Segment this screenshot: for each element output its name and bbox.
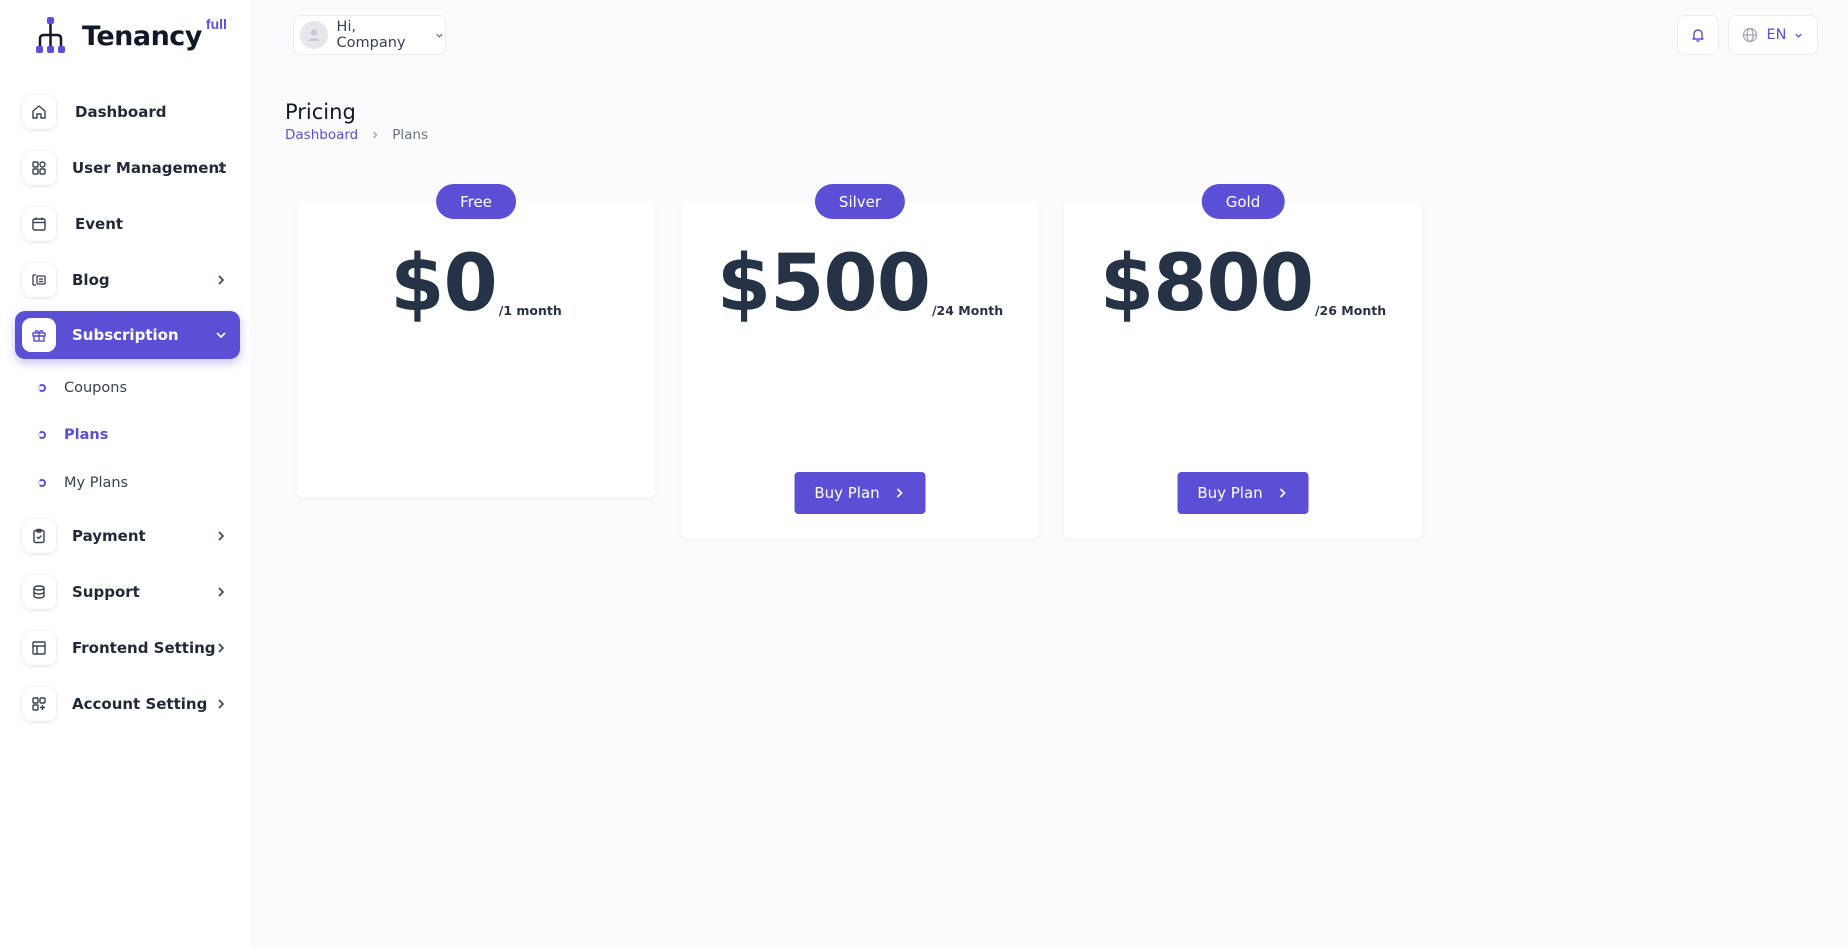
sidebar-item-event[interactable]: Event <box>15 200 240 248</box>
chevron-right-icon <box>897 488 903 498</box>
user-icon <box>308 29 320 41</box>
home-icon <box>22 95 56 129</box>
sidebar-subitem-label: Plans <box>64 427 109 443</box>
plan-card-free: Free $0 /1 month <box>297 184 655 497</box>
chevron-right-icon <box>218 275 225 285</box>
chevron-down-icon <box>1794 33 1802 38</box>
plan-price-period: /26 Month <box>1314 303 1387 318</box>
logo-icon <box>36 17 65 53</box>
breadcrumb: Dashboard Plans <box>285 127 428 143</box>
blog-icon <box>22 263 56 297</box>
buy-plan-button[interactable]: Buy Plan <box>1177 472 1309 514</box>
logo[interactable]: Tenancy full <box>36 16 227 56</box>
notifications-button[interactable] <box>1677 15 1719 55</box>
chevron-right-icon <box>218 643 225 653</box>
user-greeting: Hi, Company <box>336 19 406 51</box>
apps-add-icon <box>22 687 56 721</box>
calendar-icon <box>22 207 56 241</box>
sidebar-item-label: Blog <box>72 271 110 289</box>
plan-price-amount: $800 <box>1099 239 1314 329</box>
sidebar-item-label: Subscription <box>72 326 179 344</box>
plan-card-silver: Silver $500 /24 Month Buy Plan <box>681 184 1039 539</box>
user-menu-button[interactable]: Hi, Company <box>293 15 446 55</box>
sidebar-subitem-label: My Plans <box>64 475 129 491</box>
chevron-right-icon <box>218 587 225 597</box>
sidebar-item-frontend-setting[interactable]: Frontend Setting <box>15 624 240 672</box>
plan-price: $800 /26 Month <box>1064 245 1422 323</box>
sidebar-item-dashboard[interactable]: Dashboard <box>15 88 240 136</box>
database-icon <box>22 575 56 609</box>
page-title: Pricing <box>285 100 356 124</box>
buy-plan-button[interactable]: Buy Plan <box>794 472 926 514</box>
sidebar-item-label: Frontend Setting <box>72 639 216 657</box>
sidebar-subitem-coupons[interactable]: Coupons <box>38 377 127 399</box>
globe-icon <box>1743 27 1758 43</box>
chevron-right-icon <box>1280 488 1286 498</box>
sidebar-item-label: Event <box>75 215 124 233</box>
sidebar-item-label: Support <box>72 583 140 601</box>
plan-price-period: /1 month <box>498 303 562 318</box>
plan-name-badge: Gold <box>1201 184 1285 219</box>
chevron-right-icon <box>218 699 225 709</box>
logo-edition: full <box>205 16 227 32</box>
clipboard-icon <box>22 519 56 553</box>
sidebar-item-label: Account Setting <box>72 695 208 713</box>
plan-price-period: /24 Month <box>931 303 1004 318</box>
chevron-right-icon <box>218 163 225 173</box>
bell-icon <box>1692 29 1704 42</box>
layout-icon <box>22 631 56 665</box>
sidebar-item-subscription[interactable]: Subscription <box>15 311 240 359</box>
chevron-right-icon <box>373 131 378 139</box>
sidebar-subitem-label: Coupons <box>64 380 128 396</box>
bullet-icon <box>38 431 46 439</box>
avatar <box>300 21 328 49</box>
sidebar-item-label: User Management <box>72 159 227 177</box>
logo-text: Tenancy <box>82 20 202 52</box>
plan-price: $500 /24 Month <box>681 245 1039 323</box>
chevron-down-icon <box>216 332 226 339</box>
sidebar-subitem-plans[interactable]: Plans <box>38 424 108 446</box>
plan-name-badge: Silver <box>814 184 906 219</box>
sidebar-item-user-management[interactable]: User Management <box>15 144 240 192</box>
sidebar-item-payment[interactable]: Payment <box>15 512 240 560</box>
plan-card-gold: Gold $800 /26 Month Buy Plan <box>1064 184 1422 539</box>
breadcrumb-current: Plans <box>392 127 429 143</box>
sidebar: Tenancy full Dashboard User Management E… <box>0 0 250 948</box>
bullet-icon <box>38 479 46 487</box>
chevron-right-icon <box>218 531 225 541</box>
sidebar-item-account-setting[interactable]: Account Setting <box>15 680 240 728</box>
sidebar-item-label: Dashboard <box>75 103 167 121</box>
plan-price: $0 /1 month <box>297 245 655 323</box>
grid-icon <box>22 151 56 185</box>
chevron-down-icon <box>436 33 443 38</box>
buy-plan-label: Buy Plan <box>814 484 880 502</box>
plan-name-badge: Free <box>436 184 516 219</box>
plan-price-amount: $0 <box>390 239 498 329</box>
plan-price-amount: $500 <box>716 239 931 329</box>
sidebar-item-blog[interactable]: Blog <box>15 256 240 304</box>
breadcrumb-dashboard-link[interactable]: Dashboard <box>285 127 358 143</box>
sidebar-item-support[interactable]: Support <box>15 568 240 616</box>
language-selector[interactable]: EN <box>1728 15 1818 55</box>
gift-icon <box>22 318 56 352</box>
bullet-icon <box>38 384 46 392</box>
buy-plan-label: Buy Plan <box>1197 484 1263 502</box>
sidebar-subitem-my-plans[interactable]: My Plans <box>38 472 128 494</box>
language-code: EN <box>1766 27 1787 43</box>
sidebar-item-label: Payment <box>72 527 146 545</box>
